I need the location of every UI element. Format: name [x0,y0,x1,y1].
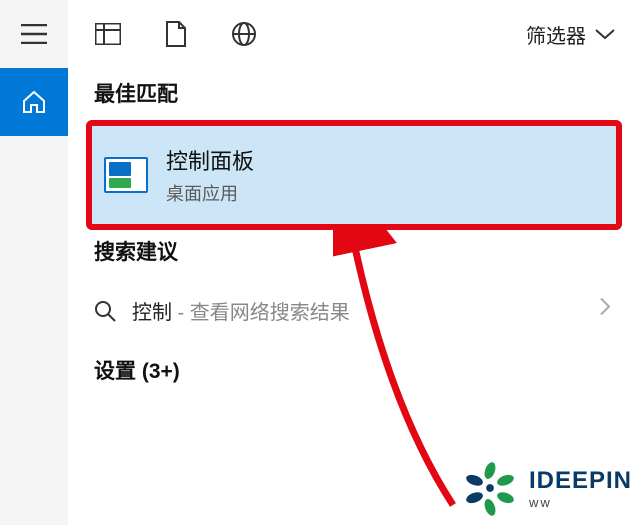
home-icon [21,89,47,115]
home-button[interactable] [0,68,68,136]
suggestion-term: 控制 [132,302,172,324]
suggestion-hint: 查看网络搜索结果 [190,302,350,324]
best-match-result[interactable]: 控制面板 桌面应用 [92,126,616,224]
hamburger-menu-button[interactable] [0,0,68,68]
web-button[interactable] [210,0,278,68]
filter-dropdown[interactable]: 筛选器 [526,20,634,49]
best-match-heading: 最佳匹配 [68,68,640,120]
settings-count: (3+) [142,360,180,383]
settings-category[interactable]: 设置 (3+) [68,339,640,395]
documents-button[interactable] [142,0,210,68]
watermark-logo-icon [461,459,519,517]
suggestion-text: 控制 - 查看网络搜索结果 [132,296,350,325]
main-content: 筛选器 最佳匹配 控制面板 桌面应用 搜索建议 控制 - 查看网络搜索结果 [68,0,640,525]
result-text: 控制面板 桌面应用 [166,144,254,206]
apps-icon [95,23,121,45]
search-suggestions-heading: 搜索建议 [68,230,640,278]
watermark-sub: ww [529,495,632,510]
globe-icon [231,21,257,47]
watermark: IDEEPIN ww [461,459,632,517]
document-icon [165,21,187,47]
suggestion-sep: - [172,302,190,324]
apps-button[interactable] [74,0,142,68]
result-subtitle: 桌面应用 [166,180,254,206]
search-icon [94,300,116,322]
watermark-text: IDEEPIN ww [529,467,632,510]
filter-label: 筛选器 [526,20,586,49]
topbar: 筛选器 [68,0,640,68]
settings-label: 设置 [94,360,136,383]
search-panel-root: 筛选器 最佳匹配 控制面板 桌面应用 搜索建议 控制 - 查看网络搜索结果 [0,0,640,525]
highlight-annotation: 控制面板 桌面应用 [86,120,622,230]
chevron-right-icon [598,295,612,322]
chevron-down-icon [594,27,616,41]
watermark-brand: IDEEPIN [529,467,632,495]
result-title: 控制面板 [166,144,254,176]
hamburger-icon [21,24,47,44]
control-panel-icon [104,157,148,193]
web-suggestion-row[interactable]: 控制 - 查看网络搜索结果 [68,278,640,339]
left-sidebar [0,0,68,525]
